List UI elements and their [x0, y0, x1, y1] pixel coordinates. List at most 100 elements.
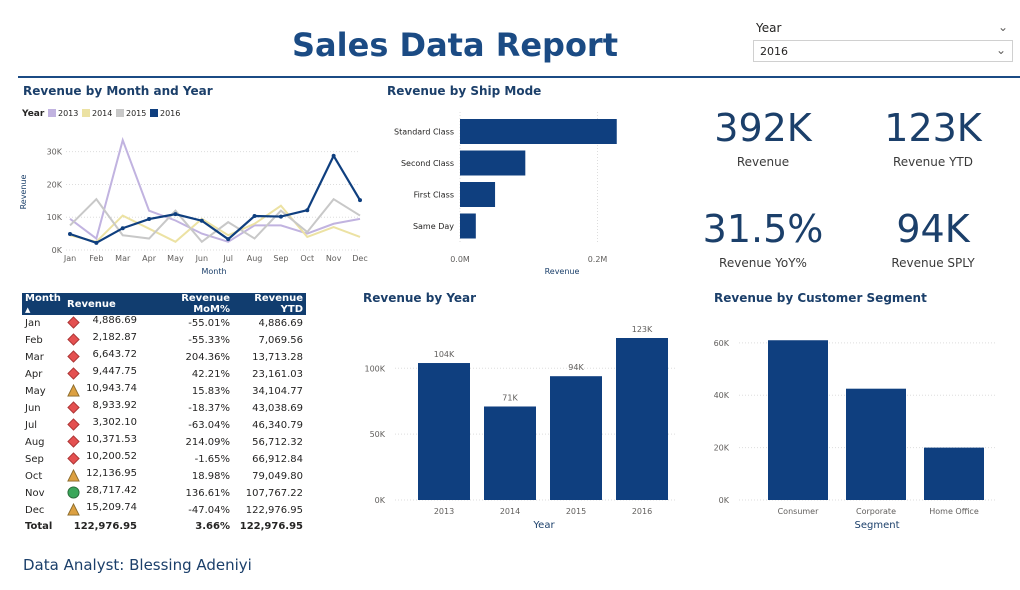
year-slicer-dropdown[interactable]: 2016 ⌄	[753, 40, 1013, 62]
header-divider	[18, 76, 1020, 78]
row-month: Jan	[25, 318, 41, 329]
year-y-tick-label: 100K	[364, 364, 385, 373]
revenue-by-segment-column-chart: 0K 20K 40K 60K Consumer Corporate Home Office…	[714, 339, 995, 531]
row-revenue-ytd: 13,713.28	[252, 352, 303, 363]
row-revenue: 15,209.74	[64, 502, 140, 519]
column-header-revenue-ytd[interactable]: Revenue YTD	[233, 293, 306, 315]
line-x-tick-label: Oct	[300, 254, 314, 263]
legend-title: Year	[21, 109, 45, 119]
row-revenue-mom: 214.09%	[185, 437, 231, 448]
row-revenue: 2,182.87	[64, 332, 140, 349]
table-row: Sep 10,200.52 -1.65% 66,912.84	[22, 451, 306, 468]
row-month: Jul	[25, 420, 38, 431]
line-x-axis-label: Month	[201, 267, 226, 276]
column-header-revenue-mom[interactable]: Revenue MoM%	[140, 293, 233, 315]
row-revenue-ytd: 23,161.03	[252, 369, 303, 380]
ship-x-axis-label: Revenue	[545, 267, 580, 276]
legend-label-2014: 2014	[92, 109, 112, 118]
line-x-tick-label: Jul	[222, 254, 233, 263]
table-row: Apr 9,447.75 42.21% 23,161.03	[22, 366, 306, 383]
row-revenue-ytd: 4,886.69	[258, 318, 303, 329]
year-slicer-label: Year	[756, 21, 782, 35]
row-revenue: 3,302.10	[64, 417, 140, 434]
segment-y-tick-label: 20K	[714, 444, 730, 453]
line-point-2016	[68, 231, 72, 236]
row-revenue-mom: -1.65%	[194, 454, 230, 465]
column-header-month[interactable]: Month ▲	[22, 293, 64, 315]
red-diamond-icon	[67, 418, 80, 434]
line-point-2016	[199, 218, 204, 223]
red-diamond-icon	[67, 333, 80, 349]
row-revenue-ytd: 79,049.80	[252, 471, 303, 482]
line-series-2015	[69, 197, 361, 244]
line-x-tick-label: Apr	[142, 254, 157, 263]
row-revenue-ytd: 56,712.32	[252, 437, 303, 448]
line-x-tick-label: Jun	[195, 254, 209, 263]
legend-swatch-2014	[82, 109, 90, 117]
ship-bar	[460, 182, 496, 207]
table-row: Jul 3,302.10 -63.04% 46,340.79	[22, 417, 306, 434]
row-revenue-ytd: 43,038.69	[252, 403, 303, 414]
row-revenue: 6,643.72	[64, 349, 140, 366]
table-row: Nov 28,717.42 136.61% 107,767.22	[22, 485, 306, 502]
red-diamond-icon	[67, 435, 80, 451]
year-data-label: 94K	[568, 363, 584, 372]
row-revenue-mom: 204.36%	[185, 352, 231, 363]
row-revenue-ytd: 66,912.84	[252, 454, 303, 465]
row-month: Aug	[25, 437, 45, 448]
segment-bar	[768, 340, 828, 500]
row-month: Oct	[25, 471, 43, 482]
row-month: Sep	[25, 454, 44, 465]
table-row: Jan 4,886.69 -55.01% 4,886.69	[22, 315, 306, 332]
row-revenue-mom: 15.83%	[191, 386, 230, 397]
amber-triangle-icon	[67, 383, 80, 400]
kpi-revenue-value: 392K	[714, 106, 812, 150]
row-month: Nov	[25, 488, 45, 499]
revenue-month-year-line-chart: Year 2013 2014 2015 2016 0K 10K 20K 30K Jan Feb M…	[19, 109, 368, 276]
line-x-tick-label: Sep	[273, 254, 288, 263]
line-x-tick-label: May	[167, 254, 184, 263]
row-revenue-mom: -63.04%	[188, 420, 230, 431]
line-x-tick-label: Nov	[326, 254, 342, 263]
table-row: Dec 15,209.74 -47.04% 122,976.95	[22, 502, 306, 519]
row-revenue-mom: -55.01%	[188, 318, 230, 329]
row-revenue-ytd: 107,767.22	[245, 488, 303, 499]
ship-category-label: First Class	[414, 191, 454, 200]
line-y-tick-label: 30K	[47, 148, 63, 157]
row-revenue-ytd: 7,069.56	[258, 335, 303, 346]
kpi-revenue-ytd-value: 123K	[884, 106, 982, 150]
line-point-2016	[173, 212, 178, 217]
year-x-tick-label: 2015	[566, 507, 586, 516]
table-total-row: Total 122,976.95 3.66% 122,976.95	[22, 519, 306, 535]
year-x-tick-label: 2016	[632, 507, 652, 516]
row-revenue-mom: -55.33%	[188, 335, 230, 346]
year-bar	[484, 406, 536, 500]
year-x-axis-label: Year	[532, 520, 555, 531]
legend-swatch-2015	[116, 109, 124, 117]
year-data-label: 104K	[434, 350, 455, 359]
line-x-tick-label: Feb	[89, 254, 103, 263]
red-diamond-icon	[67, 350, 80, 366]
table-row: Oct 12,136.95 18.98% 79,049.80	[22, 468, 306, 485]
ship-x-tick-label: 0.2M	[588, 255, 608, 264]
row-revenue-mom: -18.37%	[188, 403, 230, 414]
legend-label-2015: 2015	[126, 109, 146, 118]
legend-label-2016: 2016	[160, 109, 180, 118]
red-diamond-icon	[67, 401, 80, 417]
column-header-revenue[interactable]: Revenue	[64, 293, 140, 315]
line-chart-title: Revenue by Month and Year	[23, 84, 213, 98]
segment-bar	[924, 447, 984, 500]
legend-label-2013: 2013	[58, 109, 78, 118]
row-revenue-ytd: 46,340.79	[252, 420, 303, 431]
row-revenue: 8,933.92	[64, 400, 140, 417]
row-revenue: 10,943.74	[64, 383, 140, 400]
red-diamond-icon	[67, 452, 80, 468]
segment-x-tick-label: Corporate	[856, 507, 896, 516]
line-point-2016	[305, 208, 310, 213]
year-bar	[616, 338, 668, 500]
row-revenue-mom: 136.61%	[185, 488, 231, 499]
chevron-down-icon[interactable]: ⌄	[996, 43, 1006, 57]
slicer-collapse-chevron-icon[interactable]: ⌄	[998, 20, 1008, 34]
row-revenue-mom: 42.21%	[191, 369, 230, 380]
total-label: Total	[25, 521, 53, 533]
